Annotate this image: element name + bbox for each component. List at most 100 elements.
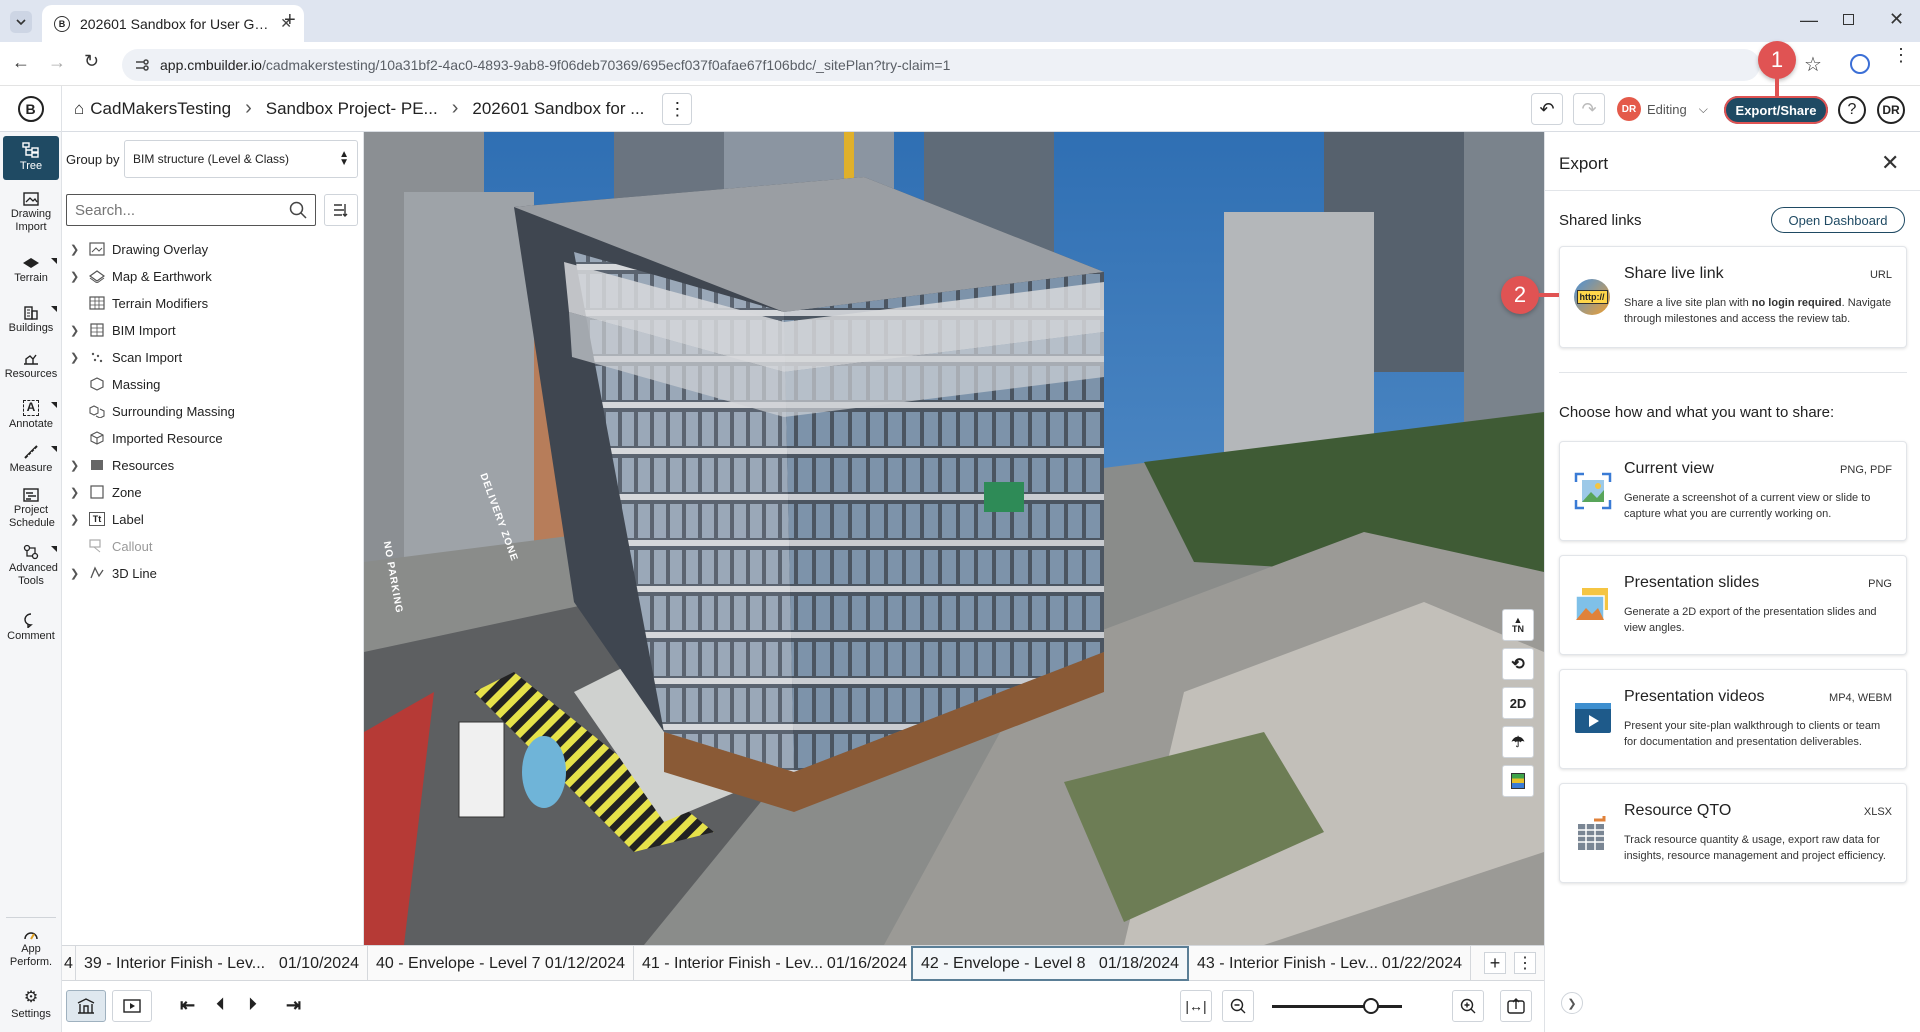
chevron-right-icon[interactable]: ❯ xyxy=(70,513,82,526)
tree-node-bim-import[interactable]: ❯ BIM Import xyxy=(70,317,176,343)
reload-icon[interactable]: ↻ xyxy=(84,51,99,72)
site-info-icon[interactable] xyxy=(134,57,150,73)
zoom-slider-track[interactable] xyxy=(1272,1005,1402,1008)
tree-search-box[interactable] xyxy=(66,194,316,226)
current-view-card[interactable]: Current view PNG, PDF Generate a screens… xyxy=(1559,441,1907,541)
milestone-item[interactable]: 40 - Envelope - Level 7 01/12/2024 xyxy=(368,946,634,981)
timeline-menu-button[interactable]: ⋮ xyxy=(1514,952,1536,974)
breadcrumb-plan[interactable]: 202601 Sandbox for ... xyxy=(472,99,644,119)
sun-study-button[interactable]: ☂ xyxy=(1502,726,1534,758)
presentation-videos-card[interactable]: Presentation videos MP4, WEBM Present yo… xyxy=(1559,669,1907,769)
buildings-icon xyxy=(24,306,38,320)
bookmark-star-icon[interactable]: ☆ xyxy=(1804,52,1822,77)
browser-menu-icon[interactable]: ⋮ xyxy=(1892,46,1910,64)
view-cube-button[interactable]: ⟲ xyxy=(1502,648,1534,680)
3d-viewport[interactable]: DELIVERY ZONE NO PARKING ▲ TN ⟲ 2D ☂ xyxy=(364,132,1544,945)
breadcrumb-project[interactable]: Sandbox Project- PE... xyxy=(266,99,438,119)
skip-to-start-icon[interactable]: ⇤ xyxy=(180,995,195,1016)
browser-tab[interactable]: B 202601 Sandbox for User Guide ✕ xyxy=(42,5,304,42)
chevron-right-icon[interactable]: ❯ xyxy=(70,486,82,499)
help-button[interactable]: ? xyxy=(1838,96,1866,124)
rail-app-performance[interactable]: App Perform. xyxy=(0,927,62,969)
add-milestone-button[interactable]: + xyxy=(1484,952,1506,974)
redo-button[interactable]: ↷ xyxy=(1573,93,1605,125)
previous-step-icon[interactable]: ⏴ xyxy=(216,994,225,1015)
mode-label: Editing xyxy=(1647,101,1687,117)
export-share-button[interactable]: Export/Share xyxy=(1724,96,1828,124)
plan-menu-button[interactable]: ⋮ xyxy=(662,92,693,125)
chevron-right-icon[interactable]: ❯ xyxy=(70,351,82,364)
close-panel-icon[interactable]: ✕ xyxy=(1881,150,1899,176)
chevron-right-icon[interactable]: ❯ xyxy=(70,459,82,472)
zoom-out-button[interactable] xyxy=(1222,990,1254,1022)
user-avatar-button[interactable]: DR xyxy=(1877,96,1905,124)
resource-qto-card[interactable]: Resource QTO XLSX Track resource quantit… xyxy=(1559,783,1907,883)
tree-node-zone[interactable]: ❯ Zone xyxy=(70,479,142,505)
zoom-in-button[interactable] xyxy=(1452,990,1484,1022)
window-close-icon[interactable]: ✕ xyxy=(1889,9,1904,30)
minimize-icon[interactable]: — xyxy=(1800,10,1818,31)
rail-annotate[interactable]: A Annotate xyxy=(0,400,62,431)
skip-to-end-icon[interactable]: ⇥ xyxy=(286,995,301,1016)
tree-node-resources[interactable]: ❯ Resources xyxy=(70,452,174,478)
tree-node-label[interactable]: ❯ Tt Label xyxy=(70,506,144,532)
rail-tree[interactable]: Tree xyxy=(3,136,59,180)
app-logo[interactable]: B xyxy=(0,85,62,132)
tree-node-callout[interactable]: Callout xyxy=(70,533,152,559)
chevron-right-icon[interactable]: ❯ xyxy=(70,567,82,580)
milestone-item-selected[interactable]: 42 - Envelope - Level 8 01/18/2024 xyxy=(911,946,1189,981)
share-live-link-card[interactable]: http:// Share live link URL Share a live… xyxy=(1559,246,1907,348)
tree-node-massing[interactable]: Massing xyxy=(70,371,160,397)
breadcrumb-org[interactable]: CadMakersTesting xyxy=(90,99,231,119)
tree-filter-button[interactable] xyxy=(324,194,358,226)
group-by-select[interactable]: BIM structure (Level & Class) ▲ ▼ xyxy=(124,140,358,178)
back-icon[interactable]: ← xyxy=(12,52,30,73)
milestone-name: 42 - Envelope - Level 8 xyxy=(921,954,1086,972)
rail-project-schedule[interactable]: Project Schedule xyxy=(0,488,62,530)
rail-settings[interactable]: ⚙ Settings xyxy=(0,990,62,1021)
milestone-item[interactable]: 4 xyxy=(62,946,76,981)
tree-search-input[interactable] xyxy=(75,201,289,219)
open-dashboard-button[interactable]: Open Dashboard xyxy=(1771,207,1905,233)
2d-toggle-button[interactable]: 2D xyxy=(1502,687,1534,719)
chevron-right-icon[interactable]: ❯ xyxy=(70,324,82,337)
milestone-item[interactable]: 39 - Interior Finish - Lev... 01/10/2024 xyxy=(76,946,368,981)
true-north-button[interactable]: ▲ TN xyxy=(1502,609,1534,641)
tree-node-scan-import[interactable]: ❯ Scan Import xyxy=(70,344,182,370)
restore-icon[interactable] xyxy=(1843,14,1854,25)
tab-title: 202601 Sandbox for User Guide xyxy=(80,15,271,32)
tree-node-surrounding-massing[interactable]: Surrounding Massing xyxy=(70,398,235,424)
site-view-button[interactable] xyxy=(66,990,106,1022)
rail-terrain[interactable]: Terrain xyxy=(0,256,62,285)
new-tab-icon[interactable]: + xyxy=(284,9,296,32)
undo-button[interactable]: ↶ xyxy=(1531,93,1563,125)
tree-node-drawing-overlay[interactable]: ❯ Drawing Overlay xyxy=(70,236,208,262)
presentation-view-button[interactable] xyxy=(112,990,152,1022)
presentation-slides-card[interactable]: Presentation slides PNG Generate a 2D ex… xyxy=(1559,555,1907,655)
profile-icon[interactable] xyxy=(1850,54,1870,74)
layers-button[interactable] xyxy=(1502,765,1534,797)
rail-resources[interactable]: Resources xyxy=(0,352,62,381)
chevron-right-icon[interactable]: ❯ xyxy=(70,243,82,256)
export-timeline-button[interactable] xyxy=(1500,990,1532,1022)
tree-node-imported-resource[interactable]: Imported Resource xyxy=(70,425,223,451)
tree-node-map-earthwork[interactable]: ❯ Map & Earthwork xyxy=(70,263,212,289)
fit-width-button[interactable]: |↔| xyxy=(1180,990,1212,1022)
milestone-item[interactable]: 43 - Interior Finish - Lev... 01/22/2024 xyxy=(1189,946,1471,981)
editing-mode-dropdown[interactable]: DR Editing ⌵ xyxy=(1617,96,1708,122)
rail-advanced-tools[interactable]: Advanced Tools xyxy=(0,544,62,588)
rail-buildings[interactable]: Buildings xyxy=(0,304,62,335)
address-bar[interactable]: app.cmbuilder.io/cadmakerstesting/10a31b… xyxy=(122,49,1760,81)
rail-measure[interactable]: Measure xyxy=(0,444,62,475)
chevron-right-icon[interactable]: ❯ xyxy=(70,270,82,283)
tree-node-3d-line[interactable]: ❯ 3D Line xyxy=(70,560,157,586)
milestone-item[interactable]: 41 - Interior Finish - Lev... 01/16/2024 xyxy=(634,946,916,981)
collapse-panel-button[interactable]: ❯ xyxy=(1561,992,1583,1014)
zoom-slider-thumb[interactable] xyxy=(1362,998,1379,1014)
next-step-icon[interactable]: ⏵ xyxy=(248,994,257,1015)
tab-search-button[interactable] xyxy=(10,11,32,33)
tree-node-terrain-modifiers[interactable]: Terrain Modifiers xyxy=(70,290,208,316)
forward-icon[interactable]: → xyxy=(48,52,66,73)
rail-drawing-import[interactable]: Drawing Import xyxy=(0,192,62,234)
rail-comment[interactable]: Comment xyxy=(0,612,62,643)
